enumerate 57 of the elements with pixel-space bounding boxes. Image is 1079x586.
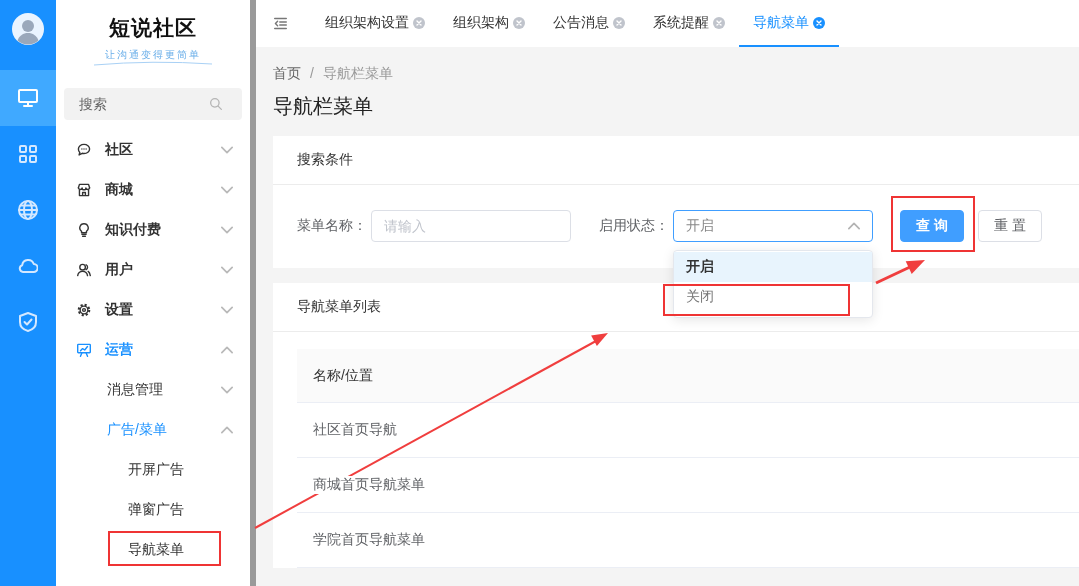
search-icon [210,98,222,110]
globe-icon [18,200,38,220]
store-icon [77,183,91,197]
menu-item[interactable]: 开屏广告 [56,450,250,490]
shield-check-icon [18,312,38,332]
swoosh-line-icon [93,61,213,66]
close-icon[interactable] [713,16,725,29]
close-icon[interactable] [813,16,825,29]
input-field[interactable]: 请输入 [371,210,571,242]
presentation-chart-icon [77,343,91,357]
panel-title: 导航菜单列表 [297,298,381,316]
table-cell: 商城首页导航菜单 [297,458,1079,513]
tab[interactable]: 组织架构设置 [311,0,439,47]
breadcrumb-link[interactable]: 首页 [273,63,301,83]
scrollbar[interactable] [250,0,256,586]
menu-item[interactable]: 设置 [56,290,250,330]
tab[interactable]: 公告消息 [539,0,639,47]
close-icon[interactable] [413,16,425,29]
gear-icon [77,303,91,317]
tab[interactable]: 系统提醒 [639,0,739,47]
breadcrumb-current: 导航栏菜单 [322,64,393,83]
menu-item[interactable]: 知识付费 [56,210,250,250]
logo-slogan: 让沟通变得更简单 [105,49,201,61]
chat-bubble-icon [77,143,91,157]
dropdown-option[interactable]: 关闭 [674,282,872,312]
annotation-arrow [875,260,925,285]
collapse-menu-icon [274,17,287,30]
field-label: 启用状态： [599,217,669,235]
panel-title: 搜索条件 [297,151,353,169]
menu-item[interactable]: 弹窗广告 [56,490,250,530]
lightbulb-icon [77,223,91,237]
menu-item[interactable]: 消息管理 [56,370,250,410]
grid-icon [18,144,38,164]
monitor-icon [18,88,38,108]
search-field[interactable]: 搜索 [64,88,242,120]
plain-button[interactable]: 重 置 [978,210,1042,242]
page-title: 导航栏菜单 [273,94,374,119]
field-label: 菜单名称： [297,217,367,235]
menu-item[interactable]: 社区 [56,130,250,170]
cloud-icon [18,256,38,276]
breadcrumb-separator: / [310,64,314,83]
users-icon [77,263,91,277]
menu-item[interactable]: 导航菜单 [56,530,250,570]
table-cell: 学院首页导航菜单 [297,513,1079,568]
logo-text: 短说社区 [109,15,197,41]
menu-item[interactable]: 商城 [56,170,250,210]
select-field[interactable]: 开启 [673,210,873,242]
rail-button[interactable] [0,70,56,126]
avatar-icon[interactable] [12,13,44,45]
close-icon[interactable] [513,16,525,29]
tab[interactable]: 组织架构 [439,0,539,47]
dropdown-option[interactable]: 开启 [674,252,872,282]
close-icon[interactable] [613,16,625,29]
menu-item[interactable]: 用户 [56,250,250,290]
column-header: 名称/位置 [297,349,1079,403]
chevron-up-icon [848,220,860,232]
table-cell: 社区首页导航 [297,403,1079,458]
